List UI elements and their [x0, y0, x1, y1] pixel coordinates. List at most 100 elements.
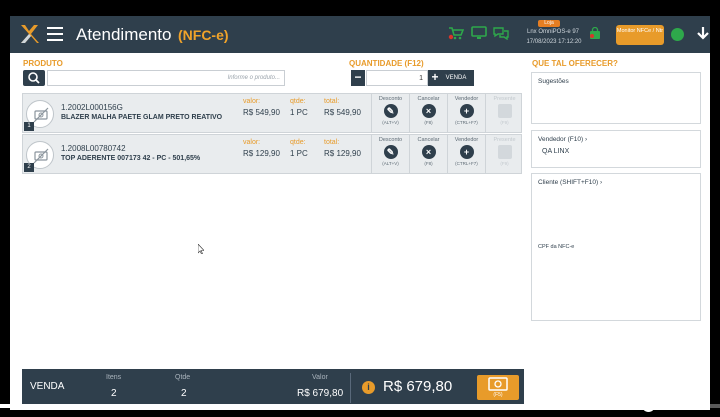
offer-title: QUE TAL OFERECER?: [532, 59, 618, 68]
desconto-label: Desconto: [378, 96, 403, 102]
add-plus-icon: +: [459, 145, 474, 159]
item-valor: R$ 549,90: [243, 108, 280, 117]
chat-icon[interactable]: [493, 26, 509, 40]
vendedor-button[interactable]: Vendedor + (CTRL+F7): [447, 135, 485, 173]
cancelar-button[interactable]: Cancelar × (F8): [409, 135, 447, 173]
item-qtde-label: qtde:: [290, 98, 306, 105]
gift-icon: [497, 104, 512, 118]
linx-logo-icon: [21, 25, 39, 43]
item-description: BLAZER MALHA PAETE GLAM PRETO REATIVO: [61, 114, 223, 121]
sugestoes-panel: Sugestões: [531, 72, 701, 124]
vendedor-key: (CTRL+F7): [455, 120, 478, 125]
cancelar-label: Cancelar: [417, 96, 440, 102]
gift-icon: [497, 145, 512, 159]
globe-icon[interactable]: [671, 28, 684, 41]
tag-icon: ✎: [383, 104, 398, 118]
item-code: 1.2002L000156G: [61, 103, 123, 112]
chevron-right-icon: ›: [584, 136, 588, 143]
sale-total: R$ 679,80: [383, 378, 453, 395]
app-header: Atendimento (NFC-e) Loja Lnx OmniPOS-e 9…: [10, 16, 710, 53]
cancelar-key: (F8): [424, 120, 433, 125]
item-qtde-label: qtde:: [290, 139, 306, 146]
vendedor-key: (CTRL+F7): [455, 161, 478, 166]
item-row[interactable]: 2 1.2008L00780742 TOP ADERENTE 007173 42…: [22, 134, 522, 174]
item-valor: R$ 129,90: [243, 149, 280, 158]
store-name: Lnx OmniPOS-e 97: [526, 29, 580, 35]
item-index: 1: [24, 122, 34, 131]
video-frame: Atendimento (NFC-e) Loja Lnx OmniPOS-e 9…: [0, 0, 720, 417]
item-index: 2: [24, 163, 34, 172]
quantity-input[interactable]: 1: [366, 70, 428, 86]
video-progress-fill: [0, 404, 648, 408]
item-description: TOP ADERENTE 007173 42 - PC - 501,65%: [61, 155, 201, 162]
itens-value: 2: [111, 388, 117, 399]
cancel-x-icon: ×: [421, 145, 436, 159]
item-total-label: total:: [324, 98, 340, 105]
qtde-value: 2: [181, 388, 187, 399]
cancelar-button[interactable]: Cancelar × (F8): [409, 94, 447, 132]
store-badge: Loja: [538, 20, 560, 27]
desconto-label: Desconto: [378, 137, 403, 143]
product-search-input[interactable]: Informe o produto...: [47, 70, 285, 86]
qty-minus-button[interactable]: −: [351, 70, 365, 86]
tag-icon: ✎: [383, 145, 398, 159]
cancelar-key: (F8): [424, 161, 433, 166]
divider: [350, 373, 351, 403]
produto-label: PRODUTO: [23, 59, 63, 68]
cancelar-label: Cancelar: [417, 137, 440, 143]
sale-summary-bar: VENDA Itens 2 Qtde 2 Valor R$ 679,80 i R…: [22, 369, 524, 407]
vendedor-value: QA LINX: [542, 148, 570, 155]
vendedor-panel[interactable]: Vendedor (F10) › QA LINX: [531, 130, 701, 168]
vendedor-label: Vendedor: [454, 96, 479, 102]
qtde-label: Qtde: [175, 374, 191, 381]
video-progress-knob[interactable]: [642, 399, 655, 412]
vendedor-label: Vendedor: [454, 137, 479, 143]
item-total-label: total:: [324, 139, 340, 146]
add-plus-icon: +: [459, 104, 474, 118]
main-area: PRODUTO Informe o produto... QUANTIDADE …: [10, 53, 710, 410]
desconto-button[interactable]: Desconto ✎ (ALT+V): [371, 135, 409, 173]
presente-button: Presente (F9): [485, 135, 523, 173]
venda-button[interactable]: VENDA: [438, 70, 474, 86]
presente-key: (F9): [500, 120, 509, 125]
item-code: 1.2008L00780742: [61, 144, 126, 153]
page-subtitle: (NFC-e): [178, 27, 229, 43]
cancel-x-icon: ×: [421, 104, 436, 118]
cliente-panel[interactable]: Cliente (SHIFT+F10) › CPF da NFC-e: [531, 173, 701, 321]
cpf-label: CPF da NFC-e: [538, 244, 575, 250]
valor-value: R$ 679,80: [297, 388, 344, 399]
valor-label: Valor: [312, 374, 328, 381]
item-qtde: 1 PC: [290, 108, 308, 117]
page-title: Atendimento: [76, 25, 172, 44]
monitor-nfce-button[interactable]: Monitor NFCe / Ntr: [616, 25, 664, 45]
venda-label: VENDA: [30, 381, 65, 392]
download-icon[interactable]: [696, 26, 710, 42]
presente-label: Presente: [493, 96, 516, 102]
bag-icon[interactable]: [588, 27, 602, 40]
search-button[interactable]: [23, 70, 45, 86]
item-valor-label: valor:: [243, 98, 261, 105]
item-total: R$ 129,90: [324, 149, 361, 158]
store-datetime: 17/08/2023 17:12:20: [526, 39, 582, 45]
item-row[interactable]: 1 1.2002L000156G BLAZER MALHA PAETE GLAM…: [22, 93, 522, 133]
presente-key: (F9): [500, 161, 509, 166]
vendedor-button[interactable]: Vendedor + (CTRL+F7): [447, 94, 485, 132]
search-icon: [28, 72, 40, 84]
presente-button: Presente (F9): [485, 94, 523, 132]
pay-key: (F5): [493, 392, 503, 398]
desconto-key: (ALT+V): [382, 161, 399, 166]
monitor-icon[interactable]: [471, 26, 487, 40]
menu-hamburger-icon[interactable]: [47, 27, 63, 41]
item-total: R$ 549,90: [324, 108, 361, 117]
sugestoes-label: Sugestões: [538, 78, 569, 85]
mouse-cursor-icon: [198, 244, 204, 254]
desconto-button[interactable]: Desconto ✎ (ALT+V): [371, 94, 409, 132]
pay-button[interactable]: (F5): [477, 375, 519, 400]
desconto-key: (ALT+V): [382, 120, 399, 125]
cliente-panel-label: Cliente (SHIFT+F10) ›: [538, 179, 603, 186]
cart-icon[interactable]: [448, 26, 464, 40]
vendedor-panel-label: Vendedor (F10) ›: [538, 136, 588, 143]
item-qtde: 1 PC: [290, 149, 308, 158]
item-valor-label: valor:: [243, 139, 261, 146]
info-icon[interactable]: i: [362, 381, 375, 394]
